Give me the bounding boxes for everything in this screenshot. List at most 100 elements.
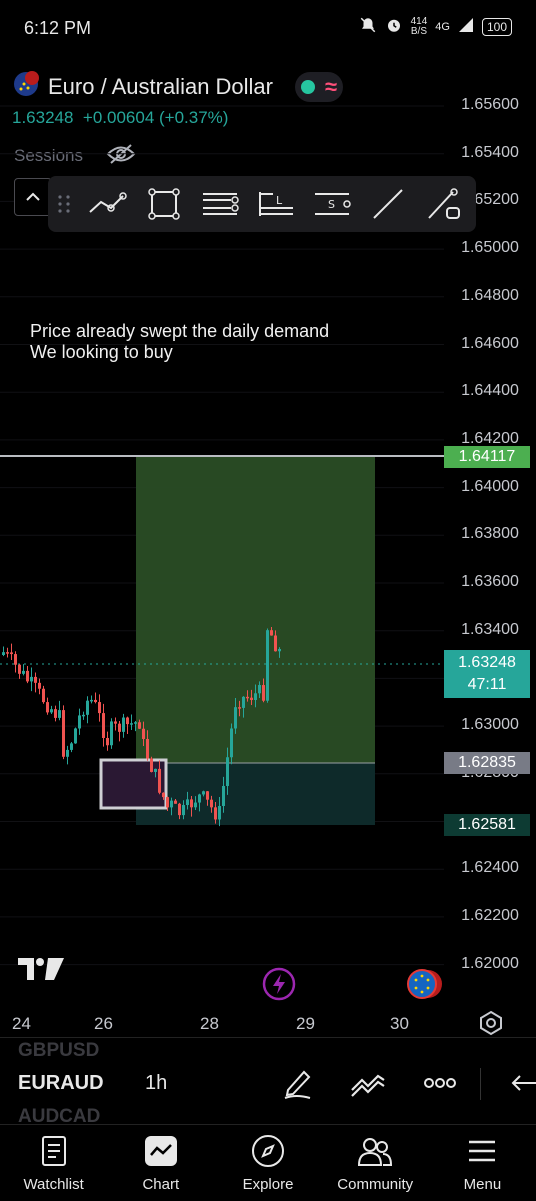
chart-annotation[interactable]: Price already swept the daily demand We … (30, 321, 329, 363)
undo-button[interactable] (510, 1072, 536, 1099)
toolbar-separator (480, 1068, 481, 1100)
rectangle-tool[interactable] (136, 186, 192, 222)
tradingview-logo[interactable] (18, 956, 64, 987)
tradingview-logo-icon (18, 958, 64, 980)
prev-symbol[interactable]: GBPUSD (18, 1040, 99, 1062)
candle-body (274, 635, 277, 652)
candle-body (262, 685, 265, 701)
candle-body (58, 710, 61, 718)
loss-zone[interactable] (136, 763, 375, 825)
nav-chart[interactable]: Chart (107, 1125, 214, 1201)
path-tool[interactable] (416, 186, 472, 222)
candle-body (10, 652, 13, 655)
annotation-line-2: We looking to buy (30, 342, 173, 362)
candle-body (34, 676, 37, 683)
candle-body (198, 794, 201, 803)
candle-body (194, 802, 197, 808)
candle-body (86, 700, 89, 715)
candle-body (238, 707, 241, 709)
price-axis-label: 1.62400 (461, 859, 519, 877)
trend-line-icon (89, 192, 127, 213)
pencil-icon (284, 1070, 311, 1099)
price-axis-label: 1.63000 (461, 716, 519, 734)
community-icon (356, 1134, 394, 1168)
ray-tool[interactable] (360, 186, 416, 222)
nav-watchlist[interactable]: Watchlist (0, 1125, 107, 1201)
chart-area[interactable] (0, 0, 444, 1010)
price-axis-label: 1.64400 (461, 382, 519, 400)
collapse-button[interactable] (14, 178, 52, 216)
candle-body (174, 800, 177, 804)
candle-body (82, 714, 85, 717)
candle-body (142, 728, 145, 739)
candle-body (266, 630, 269, 701)
candle-body (270, 630, 273, 636)
svg-text:S: S (328, 198, 335, 211)
hamburger-icon (467, 1134, 497, 1168)
long-position-tool[interactable]: L (248, 188, 304, 220)
demand-zone-box[interactable] (99, 758, 168, 810)
candle-body (38, 682, 41, 689)
nav-menu[interactable]: Menu (429, 1125, 536, 1201)
price-axis-label: 1.65000 (461, 239, 519, 257)
more-button[interactable] (424, 1076, 456, 1094)
lightning-button[interactable] (262, 967, 296, 1006)
candle-body (170, 800, 173, 808)
nav-explore-label: Explore (242, 1175, 294, 1193)
nav-explore[interactable]: Explore (214, 1125, 321, 1201)
time-axis-label: 28 (200, 1014, 219, 1033)
candle-body (42, 688, 45, 703)
events-button[interactable] (404, 967, 444, 1006)
candle-body (278, 649, 281, 652)
time-axis-label: 29 (296, 1014, 315, 1033)
current-price-tag: 1.63248 47:11 (444, 650, 530, 698)
candle-body (222, 785, 225, 806)
candle-body (90, 699, 93, 702)
hexagon-settings-icon (480, 1010, 502, 1036)
candle-body (182, 805, 185, 816)
short-position-tool[interactable]: S (304, 188, 360, 220)
nav-community[interactable]: Community (322, 1125, 429, 1201)
stop-price-tag: 1.62581 (444, 814, 530, 836)
candle-body (102, 713, 105, 738)
candle-body (106, 737, 109, 746)
lightning-icon (262, 967, 296, 1001)
nav-menu-label: Menu (463, 1175, 502, 1193)
candle-body (94, 699, 97, 703)
target-price-tag: 1.64117 (444, 446, 530, 468)
divider (0, 1037, 536, 1038)
time-axis-label: 30 (390, 1014, 409, 1033)
candle-body (118, 723, 121, 732)
candle-body (6, 652, 9, 654)
candle-body (242, 696, 245, 708)
indicators-button[interactable] (350, 1070, 386, 1103)
candle-body (206, 791, 209, 800)
price-axis-label: 1.62200 (461, 906, 519, 924)
current-symbol-button[interactable]: EURAUD (18, 1072, 104, 1095)
candle-body (218, 805, 221, 820)
interval-button[interactable]: 1h (145, 1072, 167, 1095)
entry-price-tag: 1.62835 (444, 752, 530, 774)
drag-handle-icon[interactable] (48, 193, 80, 215)
candle-body (98, 702, 101, 714)
candle-body (178, 803, 181, 816)
candle-body (202, 791, 205, 795)
candle-body (246, 696, 249, 699)
draw-button[interactable] (282, 1066, 314, 1105)
profit-zone[interactable] (136, 455, 375, 763)
price-axis-label: 1.63400 (461, 620, 519, 638)
candle-body (30, 676, 33, 682)
candle-body (122, 717, 125, 732)
candle-body (250, 697, 253, 701)
parallel-channel-tool[interactable] (192, 188, 248, 220)
candle-body (54, 709, 57, 718)
candle-body (130, 723, 133, 725)
bottom-nav: Watchlist Chart Explore Community Menu (0, 1124, 536, 1201)
trend-line-tool[interactable] (80, 190, 136, 218)
candle-body (14, 654, 17, 665)
candle-body (154, 768, 157, 772)
candle-body (70, 743, 73, 750)
watchlist-icon (40, 1134, 68, 1168)
candle-body (62, 710, 65, 757)
candle-body (210, 799, 213, 808)
